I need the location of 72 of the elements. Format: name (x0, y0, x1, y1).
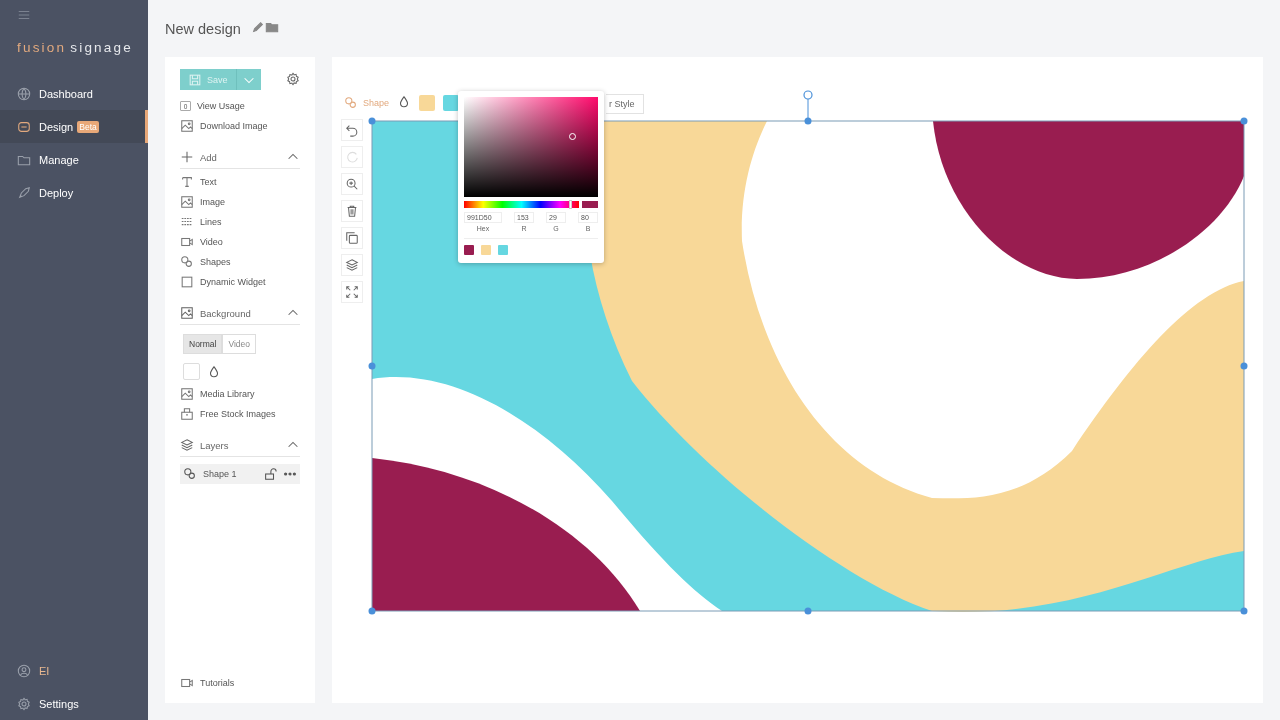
beta-badge: Beta (77, 120, 99, 133)
section-title: Add (200, 151, 217, 163)
add-item[interactable]: Shapes (180, 252, 300, 272)
square-icon (180, 275, 194, 289)
video-icon (180, 235, 194, 249)
settings-icon (286, 71, 300, 86)
image-icon (180, 195, 194, 209)
plus-icon (180, 150, 194, 164)
pencil-icon (250, 19, 265, 34)
tool-button[interactable] (341, 254, 363, 276)
tool-button[interactable] (341, 227, 363, 249)
nav-item[interactable]: Deploy (0, 176, 148, 209)
drop-icon (207, 364, 221, 379)
add-item[interactable]: Image (180, 192, 300, 212)
add-item[interactable]: Text (180, 172, 300, 192)
background-link[interactable]: Free Stock Images (180, 404, 300, 424)
image-icon (180, 119, 194, 133)
design-title: New design (165, 20, 241, 37)
hue-slider[interactable] (464, 201, 579, 208)
lock-icon (263, 467, 277, 481)
fit-icon (345, 285, 359, 299)
image-icon (180, 306, 194, 320)
color-swatch[interactable] (443, 95, 460, 111)
preset-swatch[interactable] (464, 245, 474, 255)
mode-tab[interactable]: Normal (183, 334, 223, 354)
layer-item[interactable]: Shape 1 (180, 464, 300, 484)
stock-icon (180, 407, 194, 421)
add-item[interactable]: Dynamic Widget (180, 272, 300, 292)
layers-icon (345, 258, 359, 272)
current-color (582, 201, 598, 208)
shapes-icon (183, 467, 197, 481)
settings-link[interactable]: Settings (0, 687, 148, 720)
shapes-icon (344, 96, 358, 110)
logo: fusion signage (17, 40, 134, 55)
menu-icon (17, 8, 31, 22)
section-title: Layers (200, 439, 229, 451)
image-icon (180, 387, 194, 401)
settings-icon (17, 696, 31, 711)
zoom-icon (345, 177, 359, 191)
download-image-link[interactable]: Download Image (180, 116, 300, 136)
text-icon (180, 175, 194, 189)
video-icon (180, 676, 194, 690)
nav-item[interactable]: Design Beta (0, 110, 148, 143)
nav-item[interactable]: Dashboard (0, 77, 148, 110)
add-item[interactable]: Lines (180, 212, 300, 232)
globe-icon (17, 86, 31, 101)
color-swatch[interactable] (419, 95, 436, 111)
tool-button[interactable] (341, 173, 363, 195)
user-icon (17, 663, 31, 678)
saturation-area[interactable] (464, 97, 598, 197)
tool-button[interactable] (341, 200, 363, 222)
tool-button[interactable] (341, 119, 363, 141)
user-menu[interactable]: EI (0, 654, 148, 687)
save-icon (188, 72, 202, 87)
nav-item[interactable]: Manage (0, 143, 148, 176)
undo-icon (345, 123, 359, 137)
tool-button[interactable] (341, 281, 363, 303)
preset-swatch[interactable] (481, 245, 491, 255)
layers-icon (180, 438, 194, 452)
add-item[interactable]: Video (180, 232, 300, 252)
hue-thumb[interactable] (568, 200, 572, 209)
section-title: Background (200, 307, 251, 319)
color-swatch[interactable] (183, 363, 200, 380)
background-link[interactable]: Media Library (180, 384, 300, 404)
mode-tab[interactable]: Video (222, 334, 256, 354)
copy-icon (345, 231, 359, 245)
redo-icon (345, 150, 359, 164)
trash-icon (345, 204, 359, 218)
style-button[interactable]: r Style (606, 94, 644, 114)
tutorials-link[interactable]: Tutorials (180, 673, 300, 693)
preset-swatch[interactable] (498, 245, 508, 255)
shapes-icon (180, 255, 194, 269)
